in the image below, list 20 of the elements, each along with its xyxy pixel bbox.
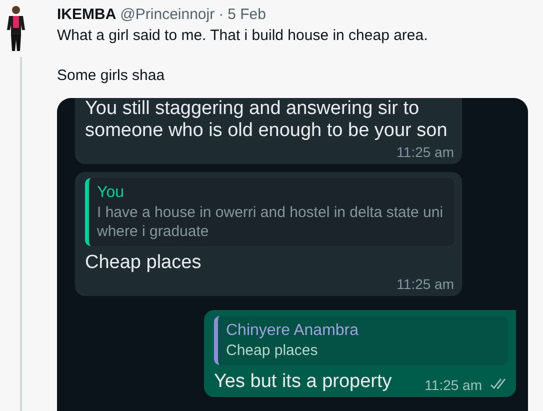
quote-text: I have a house in owerri and hostel in delta state uni where i graduate — [97, 203, 444, 241]
tweet-text: Some girls shaa — [57, 66, 166, 86]
quote-author: You — [97, 183, 125, 203]
quoted-message[interactable]: Chinyere Anambra Cheap places — [214, 316, 508, 365]
quoted-message[interactable]: You I have a house in owerri and hostel in delta state uni where i graduate — [85, 178, 454, 246]
message-text: Yes but its a property — [214, 371, 392, 393]
message-time: 11:25 am — [424, 377, 482, 393]
quote-text: Cheap places — [226, 341, 319, 360]
tweet-text: What a girl said to me. That i build house in cheap area. — [57, 26, 429, 46]
person-silhouette-avatar[interactable] — [5, 5, 27, 53]
message-time: 11:25 am — [396, 144, 454, 160]
tweet-date[interactable]: 5 Feb — [228, 6, 266, 24]
message-time: 11:25 am — [396, 276, 454, 292]
message-text: Cheap places — [85, 252, 202, 274]
quote-author: Chinyere Anambra — [226, 321, 360, 341]
author-name[interactable]: IKEMBA — [57, 6, 116, 24]
message-text: You still staggering and answering sir to someone who is old enough to be your son — [85, 98, 448, 142]
separator-dot: · — [218, 6, 224, 24]
double-check-icon — [490, 378, 508, 390]
author-handle[interactable]: @Princeinnojr — [120, 6, 215, 24]
